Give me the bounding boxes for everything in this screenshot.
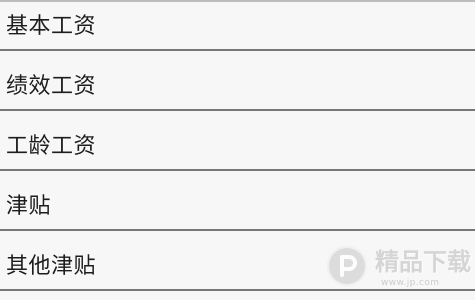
other-allowance-label: 其他津贴 xyxy=(6,254,97,279)
field-row-performance-salary[interactable]: 绩效工资 xyxy=(0,60,475,120)
watermark-text: 精品下载 xyxy=(375,248,471,276)
basic-salary-underline xyxy=(0,49,475,51)
basic-salary-label: 基本工资 xyxy=(6,14,97,39)
seniority-salary-label: 工龄工资 xyxy=(6,134,97,159)
field-row-seniority-salary[interactable]: 工龄工资 xyxy=(0,120,475,180)
allowance-input[interactable] xyxy=(0,180,475,230)
performance-salary-underline xyxy=(0,109,475,111)
field-row-allowance[interactable]: 津贴 xyxy=(0,180,475,240)
watermark-url: www.jp.com xyxy=(381,278,440,288)
brand-p-icon xyxy=(327,246,367,286)
seniority-salary-underline xyxy=(0,169,475,171)
performance-salary-label: 绩效工资 xyxy=(6,74,97,99)
field-row-basic-salary[interactable]: 基本工资 xyxy=(0,0,475,60)
site-watermark: 精品下载 www.jp.com xyxy=(327,243,471,295)
allowance-underline xyxy=(0,229,475,231)
allowance-label: 津贴 xyxy=(6,194,52,219)
